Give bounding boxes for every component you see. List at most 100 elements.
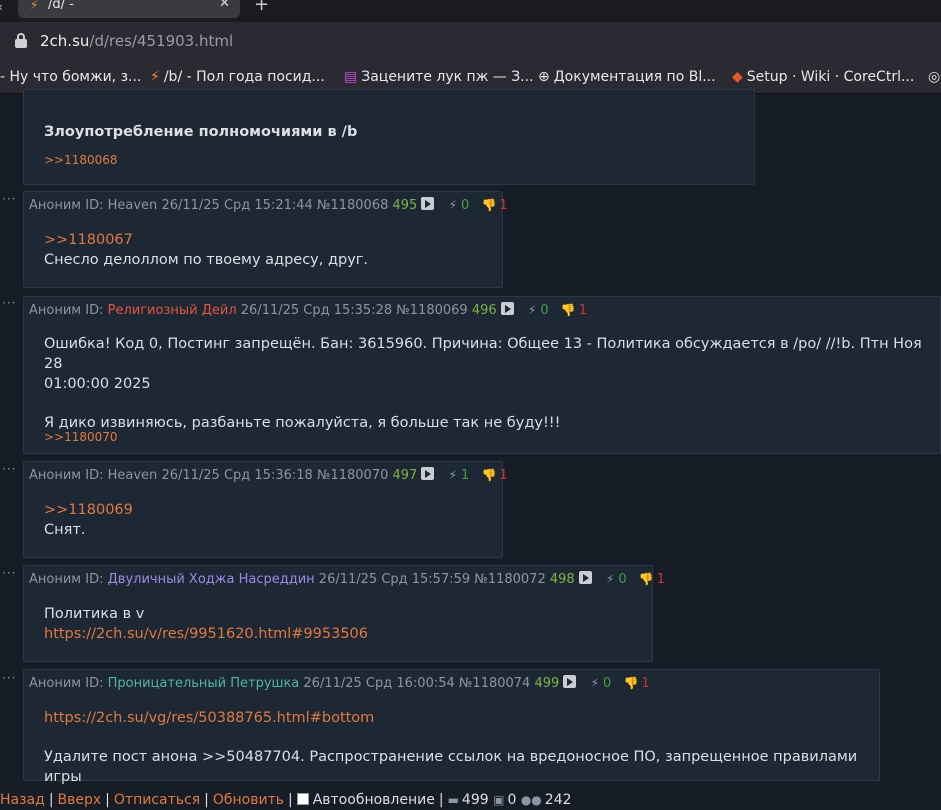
- dislike-icon[interactable]: 👎: [623, 676, 638, 690]
- post-text: Политика в v: [44, 606, 145, 622]
- autorefresh-checkbox[interactable]: [296, 793, 309, 805]
- like-icon[interactable]: ⚡: [528, 303, 536, 317]
- post-id-label: ID:: [85, 468, 104, 483]
- post-text: Снят.: [44, 522, 86, 538]
- post-number[interactable]: №1180068: [317, 198, 388, 213]
- back-link[interactable]: Назад: [0, 792, 45, 808]
- post-id-label: ID:: [85, 198, 104, 213]
- post-menu-icon[interactable]: ···: [2, 671, 16, 685]
- address-bar[interactable]: 2ch.su/d/res/451903.html: [0, 22, 941, 60]
- reply-link[interactable]: >>1180067: [44, 230, 368, 250]
- dislike-icon[interactable]: 👎: [481, 468, 496, 482]
- url-text[interactable]: 2ch.su/d/res/451903.html: [40, 32, 233, 50]
- like-icon[interactable]: ⚡: [606, 572, 614, 586]
- play-icon[interactable]: [500, 302, 514, 315]
- post-count: 498: [549, 572, 575, 587]
- post-text: Ошибка! Код 0, Постинг запрещён. Бан: 36…: [44, 336, 922, 372]
- post-number[interactable]: №1180069: [396, 303, 467, 318]
- post: Аноним ID: Heaven 26/11/25 Срд 15:21:44 …: [23, 191, 508, 288]
- play-icon[interactable]: [421, 467, 435, 480]
- github-icon[interactable]: ◎: [928, 69, 940, 85]
- bookmark-item[interactable]: ⊕ Документация по Bl...: [538, 69, 716, 85]
- post-date: 26/11/25 Срд 15:21:44: [161, 198, 313, 213]
- post-menu-icon[interactable]: ···: [2, 296, 16, 310]
- post-date: 26/11/25 Срд 16:00:54: [303, 676, 455, 691]
- refresh-link[interactable]: Обновить: [213, 792, 284, 808]
- bookmark-item[interactable]: - Ну что бомжи, з...: [0, 69, 141, 85]
- like-count: 0: [540, 303, 549, 318]
- post-author: Аноним: [29, 572, 82, 587]
- tab-title: /d/ -: [48, 0, 74, 12]
- thread-footer-nav: Назад | Вверх | Отписаться | Обновить | Автообно…: [0, 792, 572, 808]
- play-icon[interactable]: [578, 571, 592, 584]
- tab-scroll-left-icon[interactable]: ‹: [0, 0, 3, 14]
- users-icon: ●●: [520, 793, 542, 807]
- reply-link[interactable]: >>1180069: [44, 500, 133, 520]
- lock-icon[interactable]: [14, 33, 28, 49]
- like-icon[interactable]: ⚡: [449, 468, 457, 482]
- like-icon[interactable]: ⚡: [591, 676, 599, 690]
- bookmark-item[interactable]: ▤ Зацените лук пж — З...: [344, 69, 534, 85]
- post: Аноним ID: Проницательный Петрушка 26/11…: [23, 669, 880, 785]
- top-link[interactable]: Вверх: [58, 792, 102, 808]
- lightning-icon: ⚡: [150, 69, 160, 85]
- new-tab-icon[interactable]: +: [254, 0, 269, 15]
- images-icon: ▣: [493, 793, 505, 807]
- post-menu-icon[interactable]: ···: [2, 192, 16, 206]
- like-count: 0: [603, 676, 612, 691]
- post-author: Аноним: [29, 303, 82, 318]
- post-date: 26/11/25 Срд 15:35:28: [240, 303, 393, 318]
- bookmark-item[interactable]: ⚡/b/ - Пол года посид...: [150, 69, 325, 85]
- post-id-label: ID:: [85, 676, 104, 691]
- post-number[interactable]: №1180072: [474, 572, 545, 587]
- post-menu-icon[interactable]: ···: [2, 566, 16, 580]
- autorefresh-label: Автообновление: [312, 792, 435, 808]
- dislike-count: 1: [499, 198, 508, 213]
- dislike-count: 1: [641, 676, 650, 691]
- unsubscribe-link[interactable]: Отписаться: [114, 792, 200, 808]
- post-number[interactable]: №1180074: [459, 676, 530, 691]
- post-menu-icon[interactable]: ···: [2, 462, 16, 476]
- backlink[interactable]: >>1180070: [44, 427, 118, 447]
- post-author: Аноним: [29, 198, 82, 213]
- post-date: 26/11/25 Срд 15:57:59: [318, 572, 471, 587]
- like-count: 0: [461, 198, 470, 213]
- thread: Злоупотребление полномочиями в /b >>1180…: [0, 89, 941, 810]
- post-number[interactable]: №1180070: [317, 468, 388, 483]
- external-link[interactable]: https://2ch.su/vg/res/50388765.html#bott…: [44, 708, 874, 728]
- images-count: 0: [507, 792, 517, 808]
- post-id: Двуличный Ходжа Насреддин: [107, 572, 315, 587]
- bookmark-item[interactable]: ◆ Setup · Wiki · CoreCtrl...: [732, 69, 914, 85]
- post-header: Аноним ID: Двуличный Ходжа Насреддин 26/…: [29, 571, 665, 587]
- external-link[interactable]: https://2ch.su/v/res/9951620.html#995350…: [44, 624, 368, 644]
- dislike-count: 1: [656, 572, 666, 587]
- post: Злоупотребление полномочиями в /b >>1180…: [23, 89, 755, 185]
- dislike-icon[interactable]: 👎: [639, 572, 654, 586]
- gitlab-icon: ◆: [732, 69, 743, 85]
- post-text: 01:00:00 2025: [44, 376, 151, 392]
- post-id: Религиозный Дейл: [107, 303, 237, 318]
- posts-count: 499: [461, 792, 489, 808]
- users-count: 242: [544, 792, 572, 808]
- post: Аноним ID: Heaven 26/11/25 Срд 15:36:18 …: [23, 461, 508, 558]
- post-text: Снесло делоллом по твоему адресу, друг.: [44, 252, 369, 268]
- play-icon[interactable]: [563, 675, 577, 688]
- backlink[interactable]: >>1180068: [44, 150, 118, 170]
- post-date: 26/11/25 Срд 15:36:18: [161, 468, 313, 483]
- play-icon[interactable]: [421, 197, 435, 210]
- like-icon[interactable]: ⚡: [449, 198, 457, 212]
- post: Аноним ID: Двуличный Ходжа Насреддин 26/…: [23, 565, 665, 662]
- posts-icon: ▬: [447, 793, 459, 807]
- post-text: Я дико извиняюсь, разбаньте пожалуйста, …: [44, 415, 561, 431]
- active-tab[interactable]: ⚡ /d/ - ✕: [18, 0, 240, 18]
- post-count: 496: [471, 303, 497, 318]
- dislike-icon[interactable]: 👎: [481, 198, 496, 212]
- like-count: 1: [461, 468, 470, 483]
- post-header: Аноним ID: Heaven 26/11/25 Срд 15:21:44 …: [29, 197, 508, 213]
- post-count: 497: [392, 468, 418, 483]
- post-text: Удалите пост анона >>50487704. Распростр…: [44, 749, 858, 785]
- dislike-icon[interactable]: 👎: [561, 303, 576, 317]
- tab-bar: ‹ ⚡ /d/ - ✕ +: [0, 0, 941, 22]
- post-id: Heaven: [107, 198, 158, 213]
- close-tab-icon[interactable]: ✕: [219, 0, 230, 11]
